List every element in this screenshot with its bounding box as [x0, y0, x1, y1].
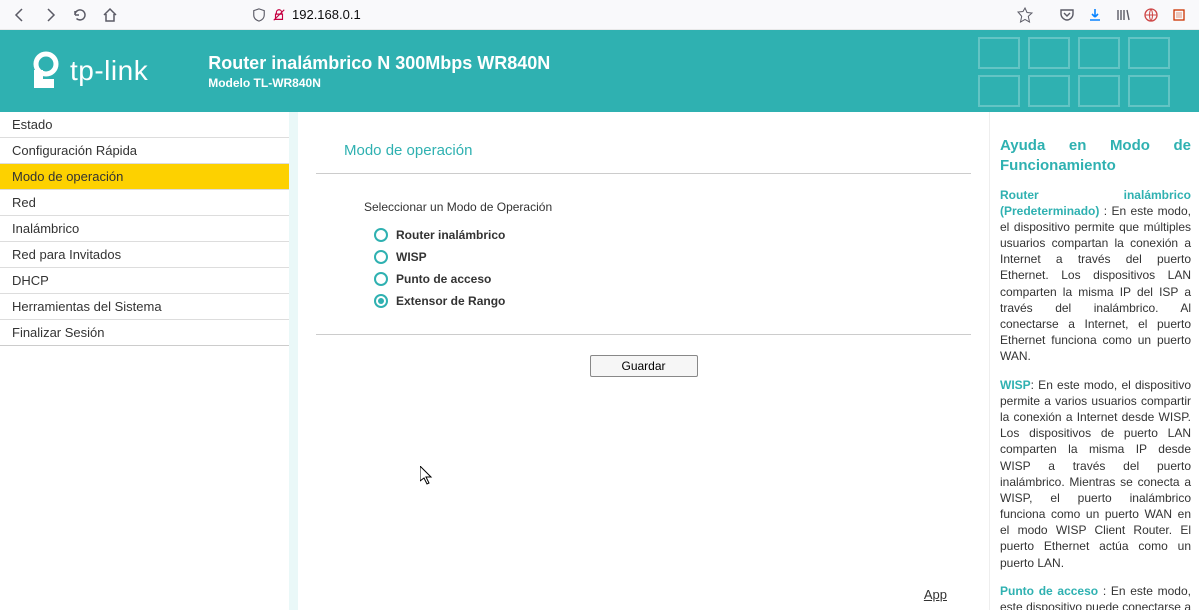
tplink-mark-icon: [22, 50, 64, 92]
home-icon[interactable]: [98, 3, 122, 27]
sidebar-item-red[interactable]: Red: [0, 190, 289, 216]
page-title: Modo de operación: [316, 142, 971, 174]
radio-wisp[interactable]: WISP: [364, 246, 971, 268]
reload-icon[interactable]: [68, 3, 92, 27]
help-paragraph-wisp: WISP: En este modo, el dispositivo permi…: [1000, 377, 1191, 571]
sidebar-item-modo-operacion[interactable]: Modo de operación: [0, 164, 289, 190]
radio-router-inalambrico[interactable]: Router inalámbrico: [364, 224, 971, 246]
help-paragraph-router: Router inalámbrico (Predeterminado) : En…: [1000, 187, 1191, 365]
bookmark-star-icon[interactable]: [1017, 7, 1033, 23]
url-bar[interactable]: 192.168.0.1: [244, 2, 1041, 28]
header-pattern-icon: [969, 30, 1199, 112]
browser-toolbar: 192.168.0.1: [0, 0, 1199, 30]
sidebar-item-inalambrico[interactable]: Inalámbrico: [0, 216, 289, 242]
extension-globe-icon[interactable]: [1139, 3, 1163, 27]
radio-icon: [374, 294, 388, 308]
radio-punto-acceso[interactable]: Punto de acceso: [364, 268, 971, 290]
downloads-icon[interactable]: [1083, 3, 1107, 27]
radio-label: WISP: [396, 250, 427, 264]
radio-icon: [374, 272, 388, 286]
app-link[interactable]: App: [924, 587, 947, 602]
save-button[interactable]: Guardar: [590, 355, 698, 377]
sidebar-item-logout[interactable]: Finalizar Sesión: [0, 320, 289, 346]
sidebar-item-dhcp[interactable]: DHCP: [0, 268, 289, 294]
brand-logo: tp-link: [22, 50, 148, 92]
form-label: Seleccionar un Modo de Operación: [364, 200, 971, 214]
help-title: Ayuda en Modo de Funcionamiento: [1000, 136, 1191, 177]
forward-icon[interactable]: [38, 3, 62, 27]
app-header: tp-link Router inalámbrico N 300Mbps WR8…: [0, 30, 1199, 112]
product-subtitle: Modelo TL-WR840N: [208, 76, 550, 90]
radio-icon: [374, 250, 388, 264]
brand-text: tp-link: [70, 55, 148, 87]
library-icon[interactable]: [1111, 3, 1135, 27]
pocket-icon[interactable]: [1055, 3, 1079, 27]
help-paragraph-ap: Punto de acceso : En este modo, este dis…: [1000, 583, 1191, 610]
back-icon[interactable]: [8, 3, 32, 27]
sidebar-item-estado[interactable]: Estado: [0, 112, 289, 138]
help-panel: Ayuda en Modo de Funcionamiento Router i…: [989, 112, 1199, 610]
radio-label: Router inalámbrico: [396, 228, 505, 242]
radio-label: Punto de acceso: [396, 272, 491, 286]
main-content: Modo de operación Seleccionar un Modo de…: [298, 112, 989, 610]
lock-slash-icon: [272, 8, 286, 22]
radio-icon: [374, 228, 388, 242]
shield-icon: [252, 8, 266, 22]
sidebar: Estado Configuración Rápida Modo de oper…: [0, 112, 290, 610]
product-title: Router inalámbrico N 300Mbps WR840N: [208, 53, 550, 74]
sidebar-item-herramientas[interactable]: Herramientas del Sistema: [0, 294, 289, 320]
sidebar-item-red-invitados[interactable]: Red para Invitados: [0, 242, 289, 268]
extension-box-icon[interactable]: [1167, 3, 1191, 27]
url-text: 192.168.0.1: [292, 7, 361, 22]
sidebar-item-config-rapida[interactable]: Configuración Rápida: [0, 138, 289, 164]
radio-label: Extensor de Rango: [396, 294, 505, 308]
radio-extensor-rango[interactable]: Extensor de Rango: [364, 290, 971, 312]
